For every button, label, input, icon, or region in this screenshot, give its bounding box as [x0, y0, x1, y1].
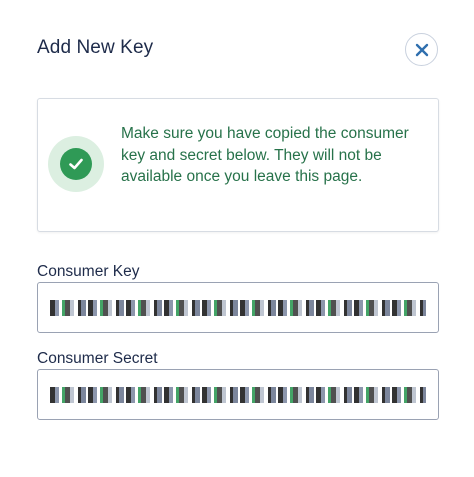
- consumer-key-field[interactable]: [37, 282, 439, 333]
- notice-message: Make sure you have copied the consumer k…: [121, 125, 409, 185]
- consumer-key-value: [50, 299, 426, 316]
- consumer-secret-field[interactable]: [37, 369, 439, 420]
- consumer-key-label: Consumer Key: [37, 263, 140, 280]
- modal-title: Add New Key: [37, 37, 154, 58]
- copy-warning-notice: Make sure you have copied the consumer k…: [37, 98, 439, 232]
- consumer-secret-value: [50, 386, 426, 403]
- consumer-secret-label: Consumer Secret: [37, 350, 158, 367]
- notice-icon-halo: [48, 136, 104, 192]
- add-key-modal: Add New Key Make sure you have copied th…: [0, 0, 474, 477]
- checkmark-icon: [69, 158, 83, 170]
- close-icon: [415, 43, 428, 56]
- close-button[interactable]: [405, 33, 438, 66]
- check-circle-icon: [60, 148, 92, 180]
